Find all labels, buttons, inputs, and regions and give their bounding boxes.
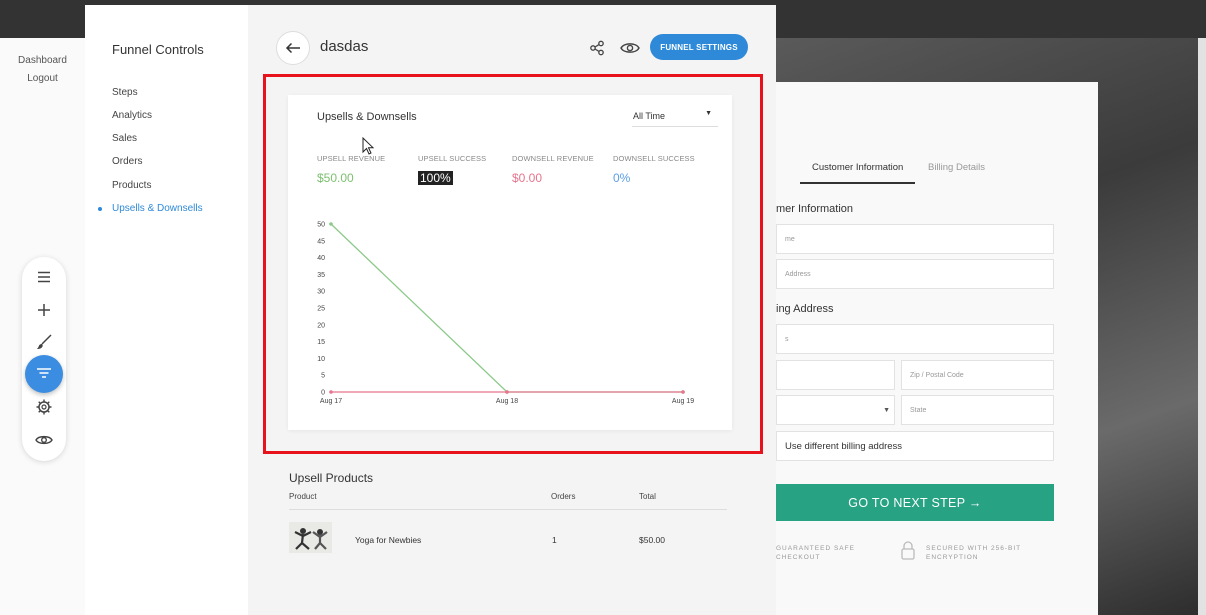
editor-toolbar (22, 257, 66, 461)
state-field[interactable]: State (901, 395, 1054, 425)
nav-item-orders[interactable]: Orders (112, 156, 143, 167)
gear-icon[interactable] (22, 392, 66, 422)
logout-link[interactable]: Logout (0, 73, 85, 84)
plus-icon[interactable] (22, 295, 66, 325)
column-header-orders: Orders (551, 492, 576, 501)
highlight-annotation-box (263, 74, 763, 454)
name-field[interactable]: me (776, 224, 1054, 254)
table-divider (289, 509, 727, 510)
brush-icon[interactable] (22, 327, 66, 357)
street-address-field[interactable]: s (776, 324, 1054, 354)
lock-icon (901, 541, 915, 560)
funnel-filter-icon[interactable] (25, 355, 63, 393)
eye-icon[interactable] (22, 425, 66, 455)
zip-postal-code-field[interactable]: Zip / Postal Code (901, 360, 1054, 390)
encryption-note: SECURED WITH 256-BIT ENCRYPTION (926, 545, 1022, 561)
active-indicator-dot (98, 207, 102, 211)
tab-customer-information[interactable]: Customer Information (812, 162, 903, 173)
city-field[interactable] (776, 360, 895, 390)
tab-billing-details[interactable]: Billing Details (928, 162, 985, 173)
page-scrollbar[interactable] (1198, 38, 1206, 615)
email-address-field[interactable]: Address (776, 259, 1054, 289)
column-header-total: Total (639, 492, 656, 501)
different-billing-option[interactable]: Use different billing address (776, 431, 1054, 461)
active-tab-underline (800, 182, 915, 184)
go-to-next-step-button[interactable]: GO TO NEXT STEP → (776, 484, 1054, 521)
funnel-controls-panel: Funnel Controls Steps Analytics Sales Or… (85, 5, 248, 615)
product-orders: 1 (552, 535, 557, 545)
back-button[interactable] (276, 31, 310, 65)
upsell-products-title: Upsell Products (289, 471, 374, 485)
page-title: dasdas (320, 38, 369, 55)
different-billing-label: Use different billing address (785, 440, 903, 452)
nav-item-sales[interactable]: Sales (112, 133, 137, 144)
column-header-product: Product (289, 492, 317, 501)
guaranteed-checkout-note: GUARANTEED SAFE CHECKOUT (776, 545, 855, 561)
product-thumbnail (289, 522, 332, 553)
billing-address-heading: ing Address (776, 303, 834, 315)
product-name: Yoga for Newbies (355, 535, 422, 545)
share-icon[interactable] (587, 38, 607, 58)
caret-down-icon: ▼ (883, 406, 890, 414)
nav-item-upsells-downsells[interactable]: Upsells & Downsells (112, 203, 203, 214)
dashboard-link[interactable]: Dashboard (0, 55, 85, 66)
funnel-settings-button[interactable]: FUNNEL SETTINGS (650, 34, 748, 60)
nav-item-steps[interactable]: Steps (112, 87, 138, 98)
country-select[interactable]: ▼ (776, 395, 895, 425)
nav-item-analytics[interactable]: Analytics (112, 110, 152, 121)
product-total: $50.00 (639, 535, 665, 545)
checkout-preview: Customer Information Billing Details mer… (776, 82, 1098, 615)
menu-icon[interactable] (22, 262, 66, 292)
arrow-left-icon (285, 42, 300, 54)
panel-title: Funnel Controls (112, 42, 204, 57)
customer-information-heading: mer Information (776, 203, 854, 215)
preview-eye-icon[interactable] (620, 38, 640, 58)
nav-item-products[interactable]: Products (112, 180, 151, 191)
